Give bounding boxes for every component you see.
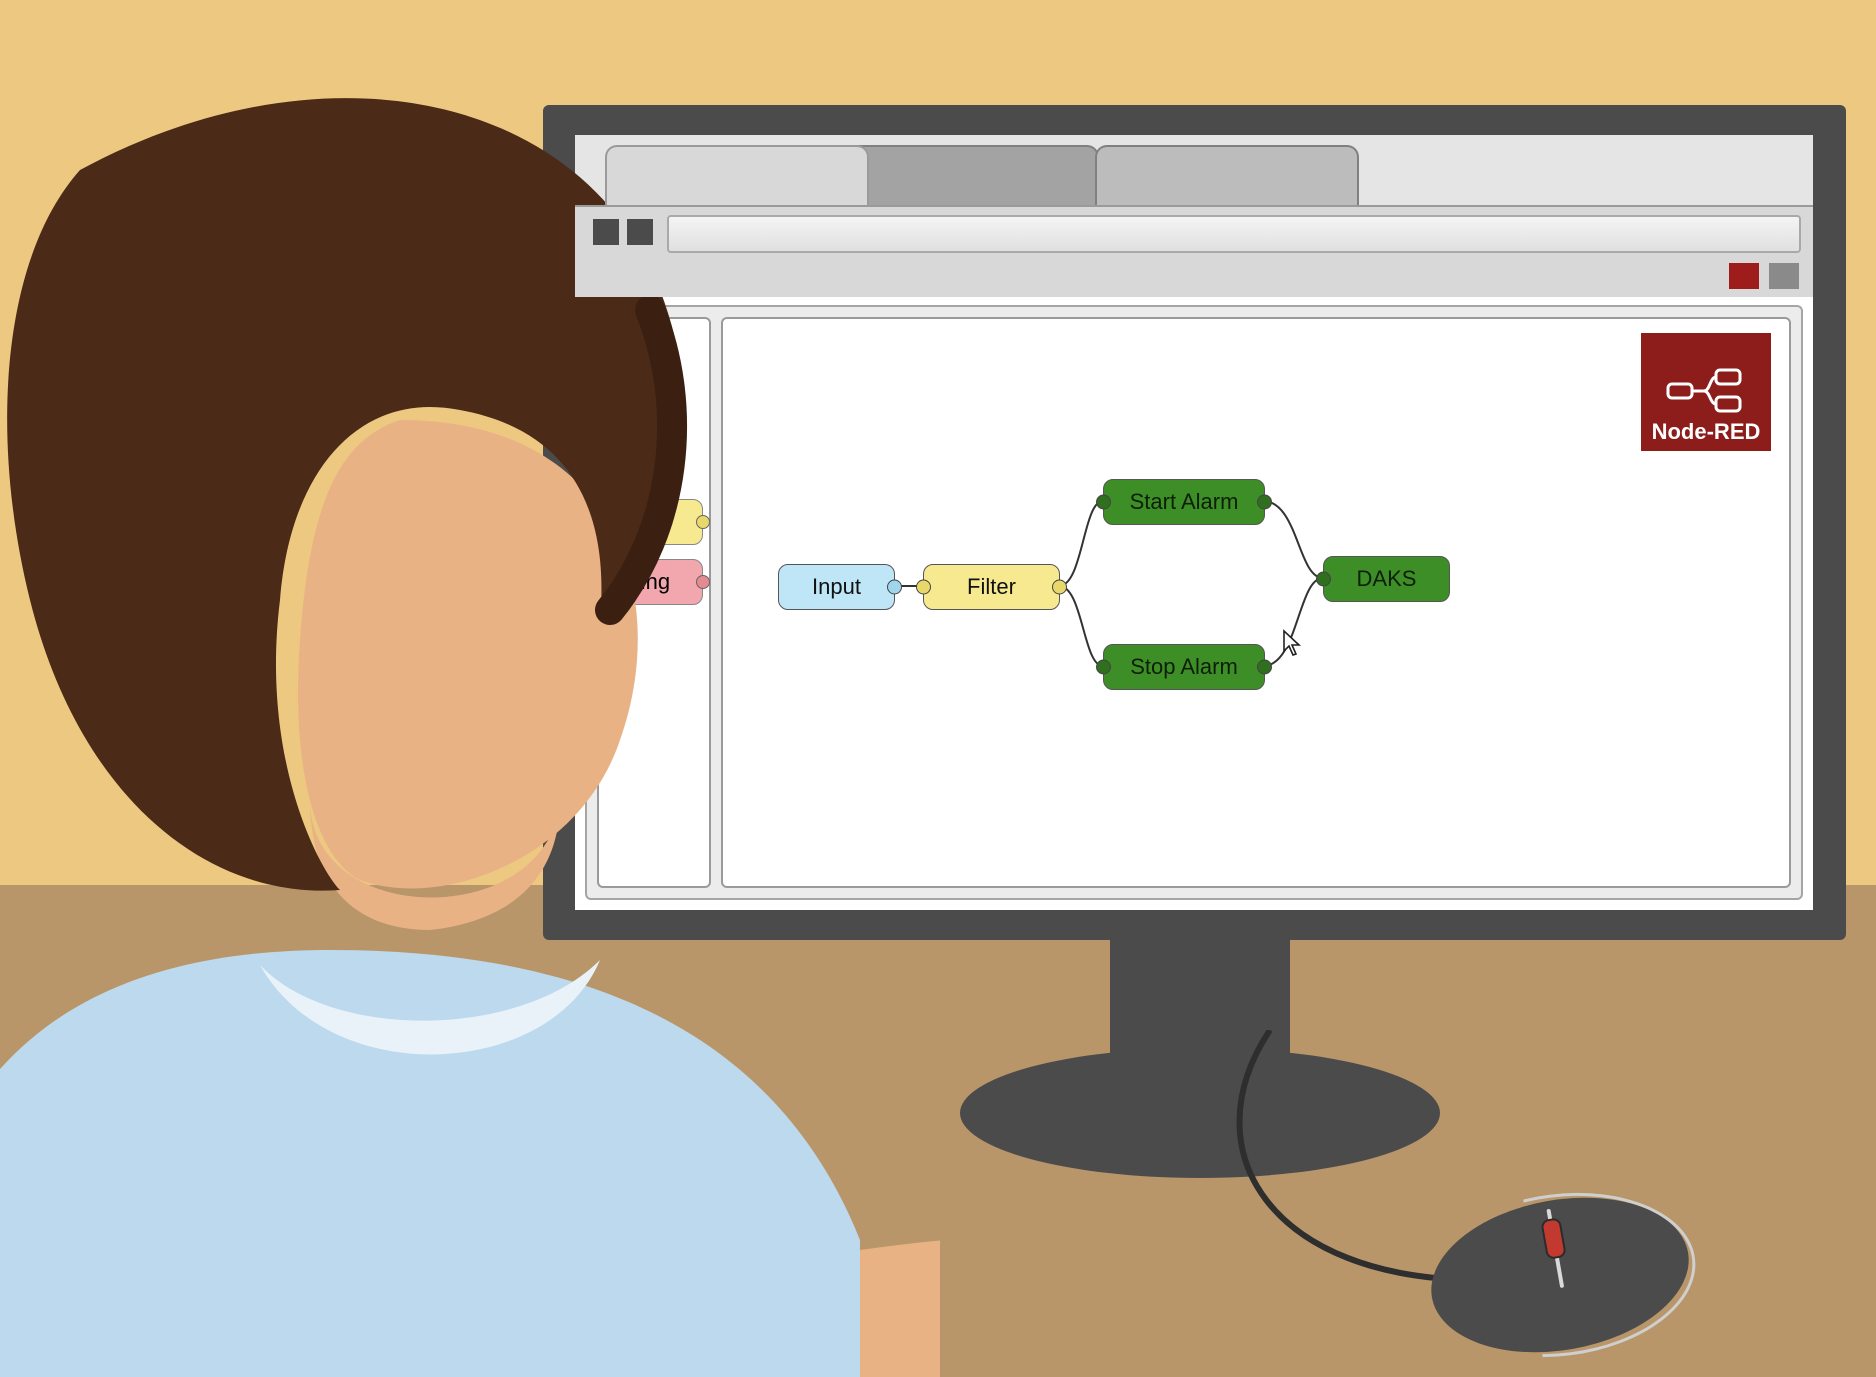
node-output-port[interactable] [887, 580, 902, 595]
browser-chrome [575, 135, 1813, 297]
node-input-port[interactable] [1316, 572, 1331, 587]
flow-node-daks[interactable]: DAKS [1323, 556, 1450, 602]
mouse-cursor-icon [1281, 629, 1303, 657]
monitor-screen: Event-ID Logging Node-RE [575, 135, 1813, 910]
flow-node-start-alarm[interactable]: Start Alarm [1103, 479, 1265, 525]
node-input-port[interactable] [1096, 660, 1111, 675]
node-label: Input [812, 574, 861, 600]
window-close-button[interactable] [1729, 263, 1759, 289]
palette-node-event-id[interactable]: Event-ID [559, 499, 703, 545]
node-label: Filter [967, 574, 1016, 600]
browser-tab-1-active[interactable] [605, 145, 869, 207]
window-minimize-button[interactable] [1769, 263, 1799, 289]
flow-node-filter[interactable]: Filter [923, 564, 1060, 610]
browser-tab-2[interactable] [835, 145, 1099, 207]
node-output-port[interactable] [696, 575, 710, 589]
browser-tab-3[interactable] [1095, 145, 1359, 207]
node-output-port[interactable] [696, 515, 710, 529]
node-input-port[interactable] [1096, 495, 1111, 510]
flow-node-stop-alarm[interactable]: Stop Alarm [1103, 644, 1265, 690]
address-bar[interactable] [667, 215, 1801, 253]
scene-illustration: Event-ID Logging Node-RE [0, 0, 1876, 1377]
palette-node-label: Logging [592, 569, 670, 595]
node-output-port[interactable] [1257, 660, 1272, 675]
node-label: Start Alarm [1130, 489, 1239, 515]
brand-label: Node-RED [1652, 419, 1761, 445]
palette-node-logging[interactable]: Logging [559, 559, 703, 605]
node-output-port[interactable] [1052, 580, 1067, 595]
node-red-app: Event-ID Logging Node-RE [585, 305, 1803, 900]
nav-forward-button[interactable] [627, 219, 653, 245]
flow-canvas[interactable]: Node-RED Input Filter [721, 317, 1791, 888]
flow-icon [1666, 368, 1746, 413]
nav-back-button[interactable] [593, 219, 619, 245]
palette-node-label: Event-ID [588, 509, 674, 535]
node-input-port[interactable] [916, 580, 931, 595]
monitor-stand-neck [1110, 940, 1290, 1110]
node-label: Stop Alarm [1130, 654, 1238, 680]
node-output-port[interactable] [1257, 495, 1272, 510]
node-label: DAKS [1357, 566, 1417, 592]
browser-toolbar [575, 205, 1813, 297]
flow-node-input[interactable]: Input [778, 564, 895, 610]
node-palette-sidebar: Event-ID Logging [597, 317, 711, 888]
node-red-logo-badge: Node-RED [1641, 333, 1771, 451]
